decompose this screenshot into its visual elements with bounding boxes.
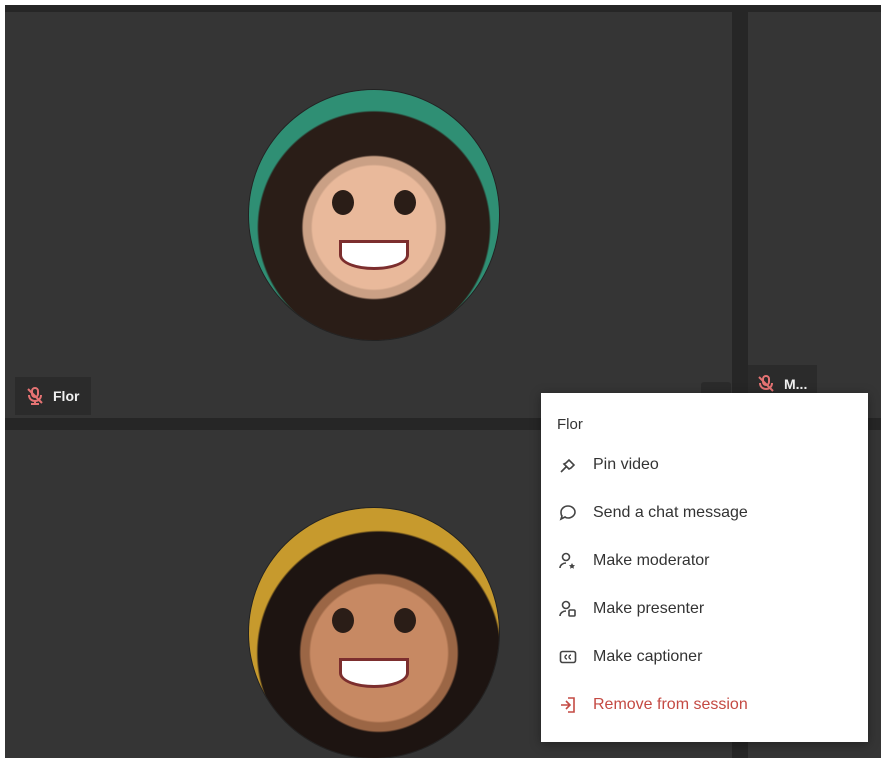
avatar-participant [249, 508, 499, 758]
participant-name: M... [784, 376, 808, 392]
moderator-icon [557, 550, 579, 572]
presenter-icon [557, 598, 579, 620]
mic-off-icon [27, 387, 43, 405]
avatar-flor [249, 90, 499, 340]
menu-item-label: Remove from session [593, 696, 748, 713]
remove-from-session-item[interactable]: Remove from session [541, 681, 868, 729]
make-moderator-item[interactable]: Make moderator [541, 537, 868, 585]
menu-item-label: Pin video [593, 456, 659, 473]
remove-icon [557, 694, 579, 716]
menu-item-label: Send a chat message [593, 504, 748, 521]
captioner-icon [557, 646, 579, 668]
send-chat-item[interactable]: Send a chat message [541, 489, 868, 537]
video-tile-flor[interactable]: Flor [5, 12, 732, 418]
chat-bubble-icon [557, 502, 579, 524]
menu-item-label: Make captioner [593, 648, 703, 665]
participant-context-menu: Flor Pin video Send a chat message Make … [541, 393, 868, 742]
menu-item-label: Make moderator [593, 552, 710, 569]
pin-video-item[interactable]: Pin video [541, 441, 868, 489]
make-captioner-item[interactable]: Make captioner [541, 633, 868, 681]
name-tag-flor: Flor [15, 377, 92, 415]
menu-title: Flor [557, 416, 583, 433]
mic-off-icon [758, 375, 774, 392]
pin-icon [557, 454, 579, 476]
make-presenter-item[interactable]: Make presenter [541, 585, 868, 633]
participant-name: Flor [53, 388, 80, 404]
video-tile-right[interactable]: M... [748, 12, 881, 418]
menu-item-label: Make presenter [593, 600, 705, 617]
